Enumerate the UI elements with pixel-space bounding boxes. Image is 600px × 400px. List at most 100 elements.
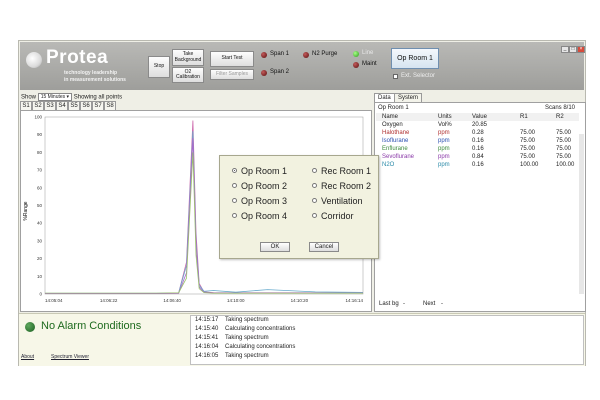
- data-table: Op Room 1 Scans 8/10 Name Units Value R1…: [374, 102, 586, 312]
- x-tick-label: 14:10:00: [227, 298, 245, 303]
- col-r2: R2: [556, 114, 564, 120]
- next-value: -: [441, 301, 443, 307]
- tab-data[interactable]: Data: [374, 93, 395, 102]
- radio-icon[interactable]: [232, 168, 237, 174]
- radio-icon[interactable]: [312, 183, 317, 189]
- cell-value: 0.16: [472, 162, 484, 168]
- room-option-label: Op Room 2: [241, 181, 288, 191]
- take-background-button[interactable]: Take Background: [172, 49, 204, 66]
- table-row[interactable]: Halothane ppm 0.28 75.00 75.00: [376, 130, 579, 138]
- last-bg-label: Last bg: [379, 301, 399, 307]
- table-scrollbar[interactable]: [579, 134, 584, 294]
- cell-units: Vol%: [438, 122, 452, 128]
- tab-s5[interactable]: S5: [68, 101, 80, 110]
- x-tick-label: 14:05:04: [45, 298, 63, 303]
- start-test-button[interactable]: Start Test: [210, 51, 254, 67]
- maximize-icon[interactable]: □: [569, 46, 577, 53]
- table-row[interactable]: Isoflurane ppm 0.16 75.00 75.00: [376, 138, 579, 146]
- cell-r1: 75.00: [520, 138, 536, 144]
- radio-icon[interactable]: [312, 168, 317, 174]
- cell-name: Isoflurane: [382, 138, 409, 144]
- data-panel: Data System Op Room 1 Scans 8/10 Name Un…: [374, 93, 586, 312]
- about-link[interactable]: About: [21, 354, 34, 360]
- room-option-label: Ventilation: [321, 196, 363, 206]
- table-row[interactable]: Oxygen Vol% 20.85: [376, 122, 579, 130]
- tab-s2[interactable]: S2: [32, 101, 44, 110]
- o2-calibration-button[interactable]: O2 Calibration: [172, 67, 204, 83]
- radio-icon[interactable]: [232, 213, 237, 219]
- spectrum-viewer-link[interactable]: Spectrum Viewer: [51, 354, 89, 360]
- room-option[interactable]: Op Room 3: [232, 196, 287, 206]
- showing-status: Showing all points: [73, 94, 123, 101]
- ext-selector-checkbox[interactable]: [393, 74, 398, 79]
- event-log: 14:15:17 Taking spectrum 14:15:40 Calculati…: [190, 315, 584, 365]
- protea-logo-icon: [26, 52, 42, 68]
- cell-name: Sevoflurane: [382, 154, 415, 160]
- cell-units: ppm: [438, 138, 450, 144]
- y-tick-label: 20: [37, 256, 43, 261]
- brand-name: Protea: [46, 47, 109, 68]
- n2-purge-indicator-icon: [303, 52, 309, 58]
- tab-s8[interactable]: S8: [104, 101, 116, 110]
- cell-name: N2O: [382, 162, 395, 168]
- scans-counter: Scans 8/10: [545, 105, 576, 111]
- tab-system[interactable]: System: [394, 93, 423, 102]
- radio-icon[interactable]: [232, 183, 237, 189]
- minimize-icon[interactable]: _: [561, 46, 569, 53]
- tab-s1[interactable]: S1: [20, 101, 32, 110]
- stop-button[interactable]: Stop: [148, 56, 170, 78]
- y-tick-label: 70: [37, 168, 43, 173]
- log-time: 14:15:40: [195, 326, 219, 332]
- cell-r2: 75.00: [556, 130, 572, 136]
- col-value: Value: [472, 114, 487, 120]
- n2-purge-label: N2 Purge: [312, 51, 338, 57]
- last-bg-value: -: [403, 301, 405, 307]
- col-name: Name: [382, 114, 399, 120]
- cell-units: ppm: [438, 130, 450, 136]
- room-option[interactable]: Op Room 4: [232, 211, 287, 221]
- room-option[interactable]: Op Room 1: [232, 166, 287, 176]
- table-row[interactable]: Sevoflurane ppm 0.84 75.00 75.00: [376, 154, 579, 162]
- radio-icon[interactable]: [312, 213, 317, 219]
- tab-s4[interactable]: S4: [56, 101, 68, 110]
- status-footer: No Alarm Conditions About Spectrum Viewe…: [19, 313, 585, 366]
- time-range-select[interactable]: 15 Minutes ▾: [37, 93, 73, 101]
- cell-r2: 75.00: [556, 138, 572, 144]
- room-option[interactable]: Op Room 2: [232, 181, 287, 191]
- toolbar: Protea technology leadership in measurem…: [20, 42, 585, 90]
- table-row[interactable]: N2O ppm 0.16 100.00 100.00: [376, 162, 579, 170]
- cell-r2: 100.00: [556, 162, 575, 168]
- room-option-label: Op Room 1: [241, 166, 288, 176]
- alarm-status-icon: [25, 322, 35, 332]
- op-room-button[interactable]: Op Room 1: [391, 48, 439, 69]
- x-tick-label: 14:16:14: [345, 298, 363, 303]
- span2-label: Span 2: [270, 69, 290, 75]
- ok-button[interactable]: OK: [260, 242, 290, 252]
- y-tick-label: 80: [37, 150, 43, 155]
- tab-s6[interactable]: S6: [80, 101, 92, 110]
- close-icon[interactable]: ×: [577, 46, 585, 53]
- tab-s3[interactable]: S3: [44, 101, 56, 110]
- room-option[interactable]: Ventilation: [312, 196, 363, 206]
- span2-indicator-icon: [261, 70, 267, 76]
- y-tick-label: 60: [37, 185, 43, 190]
- y-tick-label: 10: [37, 274, 43, 279]
- log-message: Calculating concentrations: [225, 344, 296, 350]
- tab-s7[interactable]: S7: [92, 101, 104, 110]
- filter-samples-button[interactable]: Filter Samples: [210, 69, 254, 80]
- log-message: Taking spectrum: [225, 353, 269, 359]
- cell-r1: 100.00: [520, 162, 539, 168]
- radio-icon[interactable]: [312, 198, 317, 204]
- radio-icon[interactable]: [232, 198, 237, 204]
- cancel-button[interactable]: Cancel: [309, 242, 339, 252]
- table-row[interactable]: Enflurane ppm 0.16 75.00 75.00: [376, 146, 579, 154]
- room-option[interactable]: Corridor: [312, 211, 354, 221]
- y-tick-label: 100: [34, 115, 42, 120]
- room-option[interactable]: Rec Room 1: [312, 166, 371, 176]
- room-option-label: Rec Room 1: [321, 166, 372, 176]
- y-tick-label: 50: [37, 203, 43, 208]
- line-indicator-icon: [353, 51, 359, 57]
- room-option[interactable]: Rec Room 2: [312, 181, 371, 191]
- line-label: Line: [362, 50, 374, 56]
- cell-value: 0.16: [472, 138, 484, 144]
